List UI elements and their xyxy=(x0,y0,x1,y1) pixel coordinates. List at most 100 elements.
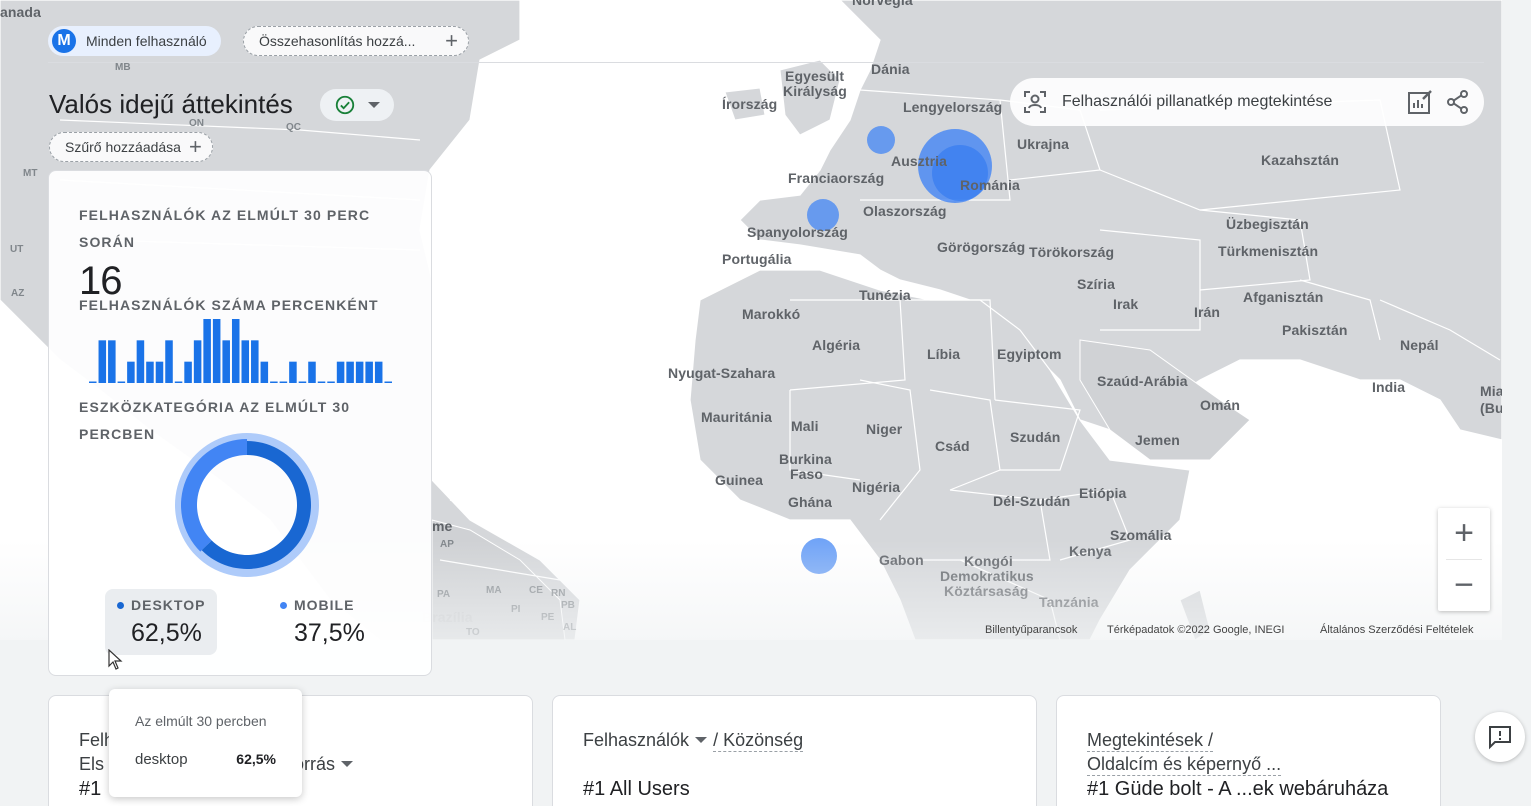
bar[interactable] xyxy=(193,340,202,383)
map-label: Etiópia xyxy=(1079,485,1127,501)
donut-slice-mobile[interactable] xyxy=(181,439,247,552)
plus-icon: + xyxy=(188,134,202,159)
chevron-down-icon xyxy=(341,761,354,767)
bar[interactable] xyxy=(98,340,107,383)
bar[interactable] xyxy=(374,361,383,383)
map-label: PI xyxy=(511,604,521,615)
map-label: Ausztria xyxy=(891,153,948,169)
map-label: Franciaország xyxy=(788,170,885,186)
user-snapshot-button[interactable]: Felhasználói pillanatkép megtekintése xyxy=(1062,93,1396,111)
bar[interactable] xyxy=(108,340,116,383)
device-tooltip: Az elmúlt 30 percben desktop 62,5% xyxy=(109,689,302,797)
bar[interactable] xyxy=(317,381,326,384)
zoom-in-button[interactable]: + xyxy=(1438,508,1490,559)
chevron-down-icon xyxy=(695,737,708,743)
map-label: Líbia xyxy=(927,346,961,362)
legend-mobile[interactable]: MOBILE 37,5% xyxy=(268,589,380,655)
tooltip-value: 62,5% xyxy=(236,751,276,767)
map-label: Dél-Szudán xyxy=(993,493,1071,509)
map-label: RN xyxy=(551,588,566,599)
bar[interactable] xyxy=(270,381,278,384)
zoom-control: + − xyxy=(1438,508,1490,611)
bar[interactable] xyxy=(155,361,164,383)
map-label: Kazahsztán xyxy=(1261,152,1340,168)
map-label: Jemen xyxy=(1135,432,1180,448)
bar[interactable] xyxy=(127,361,135,383)
mobile-dot xyxy=(280,601,287,609)
bar[interactable] xyxy=(327,381,335,384)
user-chip-label: Minden felhasználó xyxy=(86,33,207,49)
bar[interactable] xyxy=(260,361,269,383)
map-label: Szíria xyxy=(1077,276,1115,292)
bar[interactable] xyxy=(346,361,354,383)
card-row: #1 All Users xyxy=(583,778,690,800)
legend-desktop[interactable]: DESKTOP 62,5% xyxy=(105,589,217,655)
card-title[interactable]: Megtekintések / xyxy=(1087,730,1214,752)
bar[interactable] xyxy=(336,361,345,383)
map-label: Tanzánia xyxy=(1039,594,1099,610)
bar[interactable] xyxy=(384,381,392,384)
keyboard-shortcuts-link[interactable]: Billentyűparancsok xyxy=(985,624,1077,636)
map-label: Görögország xyxy=(937,239,1026,255)
bar[interactable] xyxy=(365,361,373,383)
map-label: India xyxy=(1372,379,1406,395)
bar[interactable] xyxy=(355,361,364,383)
customize-report-icon[interactable] xyxy=(1406,88,1434,116)
map-label: Egyesült xyxy=(785,68,845,84)
bar[interactable] xyxy=(231,319,240,383)
map-label: Egyiptom xyxy=(997,346,1062,362)
map-label: AL xyxy=(563,622,577,633)
bar[interactable] xyxy=(203,319,211,383)
map-label: QC xyxy=(286,122,301,133)
share-icon[interactable] xyxy=(1444,88,1472,116)
bar[interactable] xyxy=(289,361,297,383)
legend-value: 37,5% xyxy=(294,619,365,647)
bar[interactable] xyxy=(184,361,192,383)
bar[interactable] xyxy=(279,381,288,384)
map-data-attribution: Térképadatok ©2022 Google, INEGI xyxy=(1107,624,1285,636)
map-label: Írország xyxy=(722,96,778,112)
bar[interactable] xyxy=(165,340,173,383)
all-users-chip[interactable]: M Minden felhasználó xyxy=(48,26,221,56)
map-label: Szomália xyxy=(1110,527,1172,543)
map-label: Kongói xyxy=(964,553,1013,569)
bar[interactable] xyxy=(298,381,307,384)
device-donut-chart[interactable] xyxy=(175,433,319,577)
desktop-dot xyxy=(117,601,124,609)
bar[interactable] xyxy=(146,361,154,383)
card-title[interactable]: Felhasználók / Közönség xyxy=(583,730,804,752)
map-label: UT xyxy=(10,244,24,255)
map-label: Spanyolország xyxy=(747,224,848,240)
bar[interactable] xyxy=(308,361,316,383)
bar[interactable] xyxy=(212,319,221,383)
bar[interactable] xyxy=(222,340,230,383)
map-label: Ukrajna xyxy=(1017,136,1070,152)
check-circle-icon xyxy=(335,95,355,115)
bar[interactable] xyxy=(251,340,259,383)
bar[interactable] xyxy=(136,340,145,383)
zoom-out-button[interactable]: − xyxy=(1438,560,1490,611)
map-label: Niger xyxy=(866,421,903,437)
terms-link[interactable]: Általános Szerződési Feltételek xyxy=(1320,624,1473,636)
bar[interactable] xyxy=(117,381,126,384)
feedback-icon xyxy=(1489,726,1511,750)
map-label: Mia xyxy=(1480,383,1502,399)
bar[interactable] xyxy=(241,340,250,383)
card-row: #1 xyxy=(79,778,102,800)
users-per-minute-chart[interactable] xyxy=(89,301,394,383)
status-dropdown[interactable] xyxy=(320,89,394,121)
add-filter-chip[interactable]: Szűrő hozzáadása + xyxy=(49,132,213,162)
card-subtitle[interactable]: Oldalcím és képernyő ... xyxy=(1087,754,1282,776)
bar[interactable] xyxy=(89,381,97,384)
plus-icon: + xyxy=(445,28,458,53)
map-label: Tunézia xyxy=(859,287,911,303)
map-label: Faso xyxy=(790,466,824,482)
add-filter-label: Szűrő hozzáadása xyxy=(65,139,181,155)
map-label: Nigéria xyxy=(852,479,901,495)
add-comparison-chip[interactable]: Összehasonlítás hozzá... + xyxy=(243,26,469,56)
map-label: MT xyxy=(23,168,38,179)
map-label: Ghána xyxy=(788,494,833,510)
mouse-cursor-icon xyxy=(108,649,123,670)
bar[interactable] xyxy=(174,381,183,384)
feedback-button[interactable] xyxy=(1475,712,1525,762)
